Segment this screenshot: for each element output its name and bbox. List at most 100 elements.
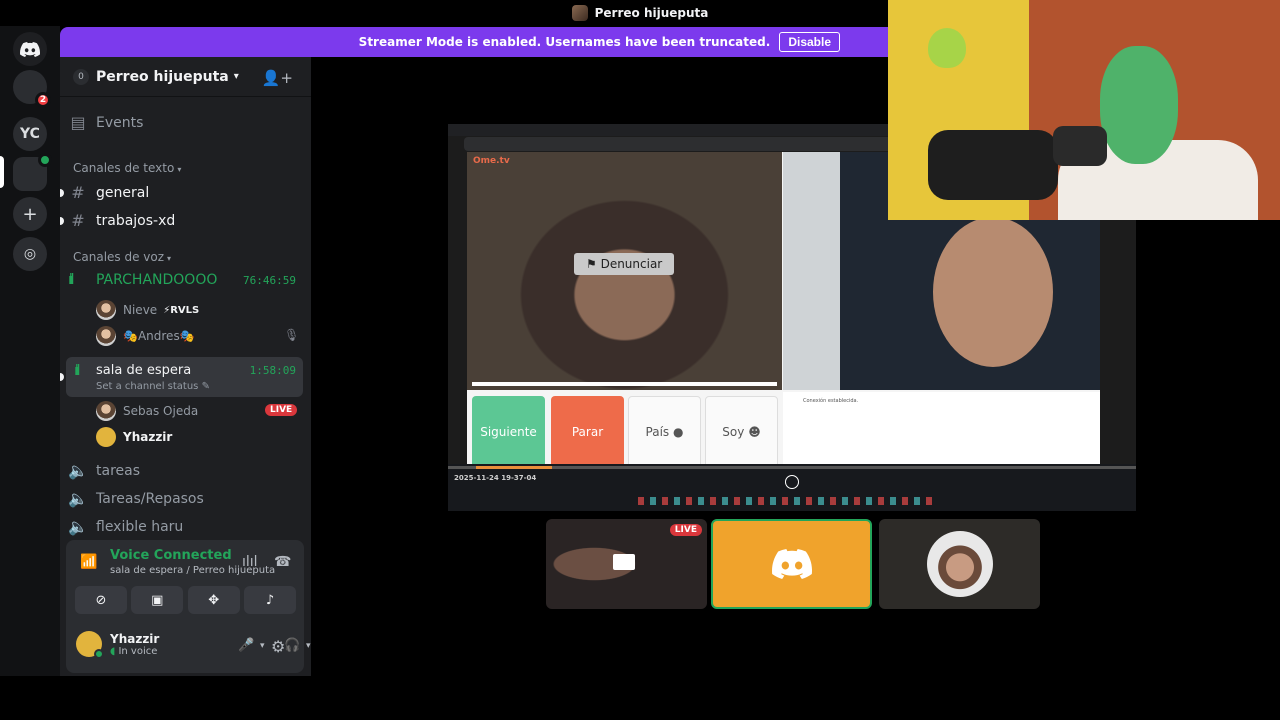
server-icon-yc[interactable]: YC bbox=[13, 117, 47, 151]
microphone bbox=[1053, 126, 1107, 166]
stream-preview-tile[interactable]: LIVE bbox=[546, 519, 707, 609]
discord-home-button[interactable] bbox=[13, 32, 47, 66]
guild-name: Perreo hijueputa bbox=[96, 68, 229, 85]
invite-people-icon[interactable]: 👤+ bbox=[262, 69, 293, 87]
voice-action-buttons: ⊘ ▣ ✥ ♪ bbox=[75, 586, 296, 614]
gender-button[interactable]: Soy ☻ bbox=[705, 396, 778, 464]
noise-suppression-icon[interactable]: ılıl bbox=[242, 554, 258, 570]
unread-indicator bbox=[60, 189, 64, 197]
voice-member[interactable]: Sebas Ojeda bbox=[96, 401, 198, 421]
discover-button[interactable]: ◎ bbox=[13, 237, 47, 271]
voice-channel-tareas-repasos[interactable]: 🔈 Tareas/Repasos bbox=[68, 489, 303, 508]
avatar bbox=[926, 531, 993, 597]
member-name-text: Andres bbox=[137, 329, 180, 343]
activities-button[interactable]: ✥ bbox=[187, 586, 240, 614]
recording-timestamp: 2025-11-24 19-37-04 bbox=[454, 474, 537, 482]
avatar bbox=[96, 427, 116, 447]
add-server-button[interactable]: + bbox=[13, 197, 47, 231]
mention-badge: 2 bbox=[35, 92, 51, 108]
channel-sidebar: 0 Perreo hijueputa ▾ 👤+ ▤ Events Canales… bbox=[60, 57, 311, 676]
user-name: Yhazzir bbox=[110, 631, 160, 646]
voice-channel-parchandoooo[interactable]: ılıl PARCHANDOOOO 76:46:59 bbox=[68, 272, 303, 288]
compass-icon: ◎ bbox=[23, 246, 37, 262]
soundboard-button[interactable]: ♪ bbox=[243, 586, 296, 614]
category-text-label: Canales de texto bbox=[73, 161, 175, 175]
muted-mic-icon: 🎙 bbox=[284, 328, 300, 342]
hash-icon: # bbox=[71, 183, 85, 202]
report-button[interactable]: ⚑ Denunciar bbox=[574, 253, 675, 275]
taskbar-icons bbox=[638, 497, 938, 505]
chevron-down-icon[interactable]: ▾ bbox=[306, 641, 311, 651]
voice-channel-flexible-haru[interactable]: 🔈 flexible haru bbox=[68, 517, 303, 536]
microphone-icon[interactable]: 🎤 bbox=[238, 638, 254, 653]
voice-channel-label: tareas bbox=[96, 462, 141, 479]
window-title: Perreo hijueputa bbox=[594, 6, 709, 20]
participant-tile-sebas[interactable] bbox=[879, 519, 1040, 609]
direct-messages-avatar[interactable]: 2 bbox=[13, 70, 51, 108]
disconnect-icon[interactable]: ☎ bbox=[274, 554, 291, 570]
alien-figure bbox=[928, 28, 966, 68]
discord-logo-icon bbox=[771, 549, 812, 579]
voice-member[interactable]: 🎭Andres🎭 bbox=[96, 326, 195, 346]
chevron-down-icon[interactable]: ▾ bbox=[260, 641, 265, 651]
speaker-icon: 🔈 bbox=[68, 461, 88, 480]
streamer-mode-banner: Streamer Mode is enabled. Usernames have… bbox=[60, 27, 888, 57]
selected-server-indicator bbox=[0, 156, 4, 188]
next-button[interactable]: Siguiente bbox=[472, 396, 545, 464]
unread-indicator bbox=[60, 217, 64, 225]
category-text[interactable]: Canales de texto ▾ bbox=[73, 161, 181, 175]
channel-general[interactable]: # general bbox=[68, 183, 303, 202]
voice-activity-icon: ılıl bbox=[74, 363, 81, 379]
member-name: Sebas Ojeda bbox=[123, 404, 199, 418]
voice-channel-label: Tareas/Repasos bbox=[96, 490, 204, 507]
server-icon-perreo[interactable] bbox=[13, 153, 52, 191]
video-seek-bar bbox=[472, 382, 777, 386]
disable-streamer-mode-button[interactable]: Disable bbox=[779, 32, 840, 52]
signal-icon[interactable]: 📶 bbox=[80, 554, 97, 570]
voice-channel-tareas[interactable]: 🔈 tareas bbox=[68, 461, 303, 480]
avatar bbox=[96, 401, 116, 421]
channel-status[interactable]: Set a channel status ✎ bbox=[96, 381, 210, 392]
settings-gear-icon[interactable]: ⚙ bbox=[271, 637, 285, 656]
hash-icon: # bbox=[71, 211, 85, 230]
speaker-icon: 🔈 bbox=[68, 489, 88, 508]
chevron-down-icon: ▾ bbox=[167, 254, 172, 263]
camera-toggle-button[interactable]: ⊘ bbox=[75, 586, 127, 614]
live-badge: LIVE bbox=[669, 524, 702, 536]
report-label: Denunciar bbox=[600, 257, 663, 271]
participant-tile-yhazzir[interactable] bbox=[711, 519, 872, 609]
category-voice[interactable]: Canales de voz ▾ bbox=[73, 250, 171, 264]
server-avatar-icon bbox=[571, 5, 588, 21]
events-item[interactable]: ▤ Events bbox=[68, 113, 303, 132]
category-voice-label: Canales de voz bbox=[73, 250, 165, 264]
channel-label: general bbox=[96, 184, 150, 201]
headphones-icon[interactable]: 🎧 bbox=[284, 638, 300, 653]
chat-panel: Conexión establecida. bbox=[783, 392, 1100, 464]
voice-member[interactable]: Nieve ⚡RVLS bbox=[96, 300, 199, 320]
country-button[interactable]: País ● bbox=[628, 396, 701, 464]
self-video-face bbox=[933, 217, 1053, 367]
activities-icon: ✥ bbox=[208, 592, 220, 608]
member-name: Yhazzir bbox=[123, 430, 173, 444]
live-badge: LIVE bbox=[265, 404, 298, 416]
voice-channel-label: flexible haru bbox=[96, 518, 184, 535]
voice-channel-sala-de-espera[interactable]: ılıl sala de espera Set a channel status… bbox=[66, 357, 303, 397]
member-name: Nieve bbox=[123, 303, 158, 317]
voice-member[interactable]: Yhazzir bbox=[96, 427, 172, 447]
chevron-down-icon: ▾ bbox=[177, 165, 182, 174]
screen-share-button[interactable]: ▣ bbox=[131, 586, 184, 614]
play-icon bbox=[785, 475, 799, 489]
voice-connected-title[interactable]: Voice Connected bbox=[110, 548, 232, 563]
stop-button[interactable]: Parar bbox=[551, 396, 624, 464]
guild-header[interactable]: 0 Perreo hijueputa ▾ 👤+ bbox=[60, 57, 311, 97]
camera-off-icon: ⊘ bbox=[95, 592, 107, 608]
member-name: 🎭Andres🎭 bbox=[123, 329, 195, 343]
channel-trabajos-xd[interactable]: # trabajos-xd bbox=[68, 211, 303, 230]
videochat-logo: Ome.tv bbox=[473, 156, 510, 166]
chevron-down-icon: ▾ bbox=[233, 71, 239, 82]
stream-player-controls: 2025-11-24 19-37-04 bbox=[448, 464, 1136, 511]
user-panel[interactable]: Yhazzir ◖ In voice bbox=[76, 631, 160, 659]
webcam-overlay bbox=[888, 0, 1280, 220]
online-status-dot bbox=[94, 649, 104, 659]
channel-status-label: Set a channel status bbox=[96, 381, 199, 392]
